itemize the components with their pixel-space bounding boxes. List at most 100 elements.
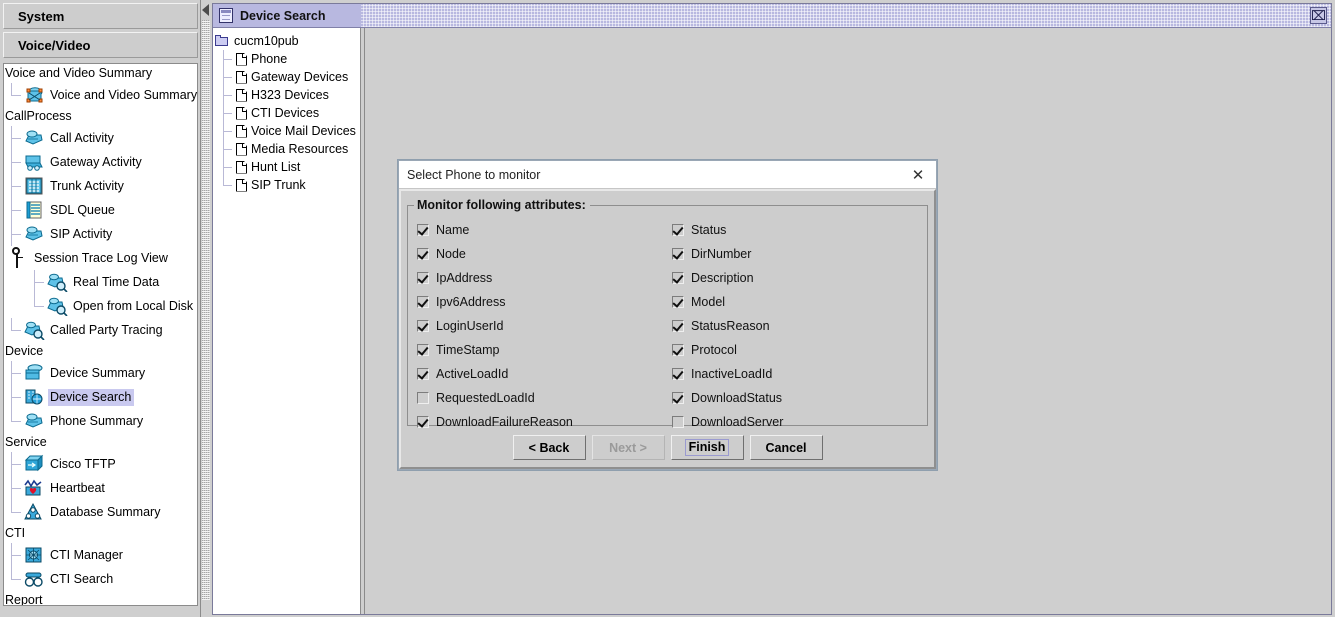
tree-elbow — [11, 452, 23, 476]
checkbox-protocol[interactable] — [672, 344, 684, 356]
phone-icon — [23, 128, 45, 148]
tree-elbow — [223, 158, 235, 176]
tree-node-sip-trunk[interactable]: SIP Trunk — [215, 176, 360, 194]
phone-icon — [23, 224, 45, 244]
sidebar-item-called-party-tracing[interactable]: Called Party Tracing — [4, 318, 197, 342]
sidebar-item-database-summary[interactable]: Database Summary — [4, 500, 197, 524]
sidebar-item-sip-activity[interactable]: SIP Activity — [4, 222, 197, 246]
checkbox-activeloadid[interactable] — [417, 368, 429, 380]
checkbox-label: Node — [436, 247, 466, 261]
queue-icon — [23, 200, 45, 220]
tree-node-media-resources[interactable]: Media Resources — [215, 140, 360, 158]
checkbox-row-requestedloadid[interactable]: RequestedLoadId — [416, 386, 671, 410]
checkbox-model[interactable] — [672, 296, 684, 308]
splitter-grip[interactable] — [202, 20, 210, 600]
sidebar-item-label: Phone Summary — [50, 413, 144, 428]
checkbox-row-protocol[interactable]: Protocol — [671, 338, 926, 362]
checkbox-inactiveloadid[interactable] — [672, 368, 684, 380]
checkbox-row-ipaddress[interactable]: IpAddress — [416, 266, 671, 290]
checkbox-timestamp[interactable] — [417, 344, 429, 356]
sidebar-item-cti-search[interactable]: CTI Search — [4, 567, 197, 591]
checkbox-row-name[interactable]: Name — [416, 218, 671, 242]
tree-node-root[interactable]: cucm10pub — [215, 32, 360, 50]
sidebar-item-call-activity[interactable]: Call Activity — [4, 126, 197, 150]
checkbox-ipaddress[interactable] — [417, 272, 429, 284]
checkbox-ipv6address[interactable] — [417, 296, 429, 308]
tree-node-label: Gateway Devices — [251, 70, 349, 84]
dialog-titlebar[interactable]: Select Phone to monitor ✕ — [399, 161, 936, 189]
sidebar-item-device-summary[interactable]: Device Summary — [4, 361, 197, 385]
checkbox-dirnumber[interactable] — [672, 248, 684, 260]
checkbox-row-description[interactable]: Description — [671, 266, 926, 290]
nav-tab-voice-video[interactable]: Voice/Video — [3, 32, 198, 58]
checkbox-downloadfailurereason[interactable] — [417, 416, 429, 428]
node-handle-icon[interactable] — [11, 246, 23, 270]
checkbox-downloadserver[interactable] — [672, 416, 684, 428]
cancel-button[interactable]: Cancel — [749, 435, 823, 460]
checkbox-name[interactable] — [417, 224, 429, 236]
close-icon[interactable]: ⌧ — [1310, 7, 1327, 24]
collapse-left-arrow-icon[interactable] — [202, 4, 209, 16]
tree-elbow — [17, 257, 23, 258]
document-icon — [236, 106, 247, 120]
sidebar-item-phone-summary[interactable]: Phone Summary — [4, 409, 197, 433]
tree-elbow — [11, 198, 23, 222]
checkbox-loginuserid[interactable] — [417, 320, 429, 332]
checkbox-row-status[interactable]: Status — [671, 218, 926, 242]
checkbox-label: DownloadStatus — [691, 391, 783, 405]
tree-elbow — [11, 126, 23, 150]
sidebar-item-device-search[interactable]: Device Search — [4, 385, 197, 409]
tree-node-cti-devices[interactable]: CTI Devices — [215, 104, 360, 122]
tree-node-h323-devices[interactable]: H323 Devices — [215, 86, 360, 104]
dialog-button-bar: < Back Next > Finish Cancel — [401, 435, 934, 460]
checkbox-statusreason[interactable] — [672, 320, 684, 332]
sidebar-item-gateway-activity[interactable]: Gateway Activity — [4, 150, 197, 174]
checkbox-row-downloadfailurereason[interactable]: DownloadFailureReason — [416, 410, 671, 434]
checkbox-status[interactable] — [672, 224, 684, 236]
checkbox-row-downloadstatus[interactable]: DownloadStatus — [671, 386, 926, 410]
sidebar-item-heartbeat[interactable]: Heartbeat — [4, 476, 197, 500]
tree-node-gateway-devices[interactable]: Gateway Devices — [215, 68, 360, 86]
sidebar-item-sdl-queue[interactable]: SDL Queue — [4, 198, 197, 222]
sidebar-item-trunk-activity[interactable]: Trunk Activity — [4, 174, 197, 198]
sidebar-item-cisco-tftp[interactable]: Cisco TFTP — [4, 452, 197, 476]
checkbox-label: ActiveLoadId — [436, 367, 509, 381]
close-icon[interactable]: ✕ — [908, 165, 928, 185]
finish-button[interactable]: Finish — [670, 435, 744, 460]
checkbox-row-statusreason[interactable]: StatusReason — [671, 314, 926, 338]
sidebar-item-cti-manager[interactable]: CTI Manager — [4, 543, 197, 567]
checkbox-label: Protocol — [691, 343, 737, 357]
nav-group-callprocess: CallProcess — [5, 109, 72, 123]
monitor-attributes-group: Monitor following attributes: Name Statu… — [407, 197, 928, 429]
sidebar-item-open-from-local-disk[interactable]: Open from Local Disk — [4, 294, 197, 318]
checkbox-row-timestamp[interactable]: TimeStamp — [416, 338, 671, 362]
tree-elbow — [11, 543, 23, 567]
checkbox-node[interactable] — [417, 248, 429, 260]
window-titlebar[interactable]: Device Search ⌧ — [213, 4, 1331, 28]
sidebar-item-label: Device Search — [48, 388, 135, 406]
checkbox-row-ipv6address[interactable]: Ipv6Address — [416, 290, 671, 314]
tree-node-voice-mail-devices[interactable]: Voice Mail Devices — [215, 122, 360, 140]
back-button[interactable]: < Back — [512, 435, 586, 460]
sidebar-item-real-time-data[interactable]: Real Time Data — [4, 270, 197, 294]
checkbox-row-downloadserver[interactable]: DownloadServer — [671, 410, 926, 434]
sidebar-item-session-trace-log-view[interactable]: Session Trace Log View — [4, 246, 197, 270]
checkbox-row-activeloadid[interactable]: ActiveLoadId — [416, 362, 671, 386]
tree-node-phone[interactable]: Phone — [215, 50, 360, 68]
checkbox-row-dirnumber[interactable]: DirNumber — [671, 242, 926, 266]
sidebar-item-voice-and-video-summary[interactable]: Voice and Video Summary — [4, 83, 197, 107]
checkbox-label: Name — [436, 223, 470, 237]
checkbox-downloadstatus[interactable] — [672, 392, 684, 404]
checkbox-description[interactable] — [672, 272, 684, 284]
document-icon — [236, 124, 247, 138]
checkbox-row-model[interactable]: Model — [671, 290, 926, 314]
dialog-content: Monitor following attributes: Name Statu… — [399, 189, 936, 469]
checkbox-row-inactiveloadid[interactable]: InactiveLoadId — [671, 362, 926, 386]
checkbox-row-loginuserid[interactable]: LoginUserId — [416, 314, 671, 338]
nav-tab-system[interactable]: System — [3, 3, 198, 29]
checkbox-requestedloadid[interactable] — [417, 392, 429, 404]
sidebar-item-label: Trunk Activity — [50, 178, 124, 193]
pane-splitter[interactable] — [200, 0, 211, 617]
checkbox-row-node[interactable]: Node — [416, 242, 671, 266]
tree-node-hunt-list[interactable]: Hunt List — [215, 158, 360, 176]
